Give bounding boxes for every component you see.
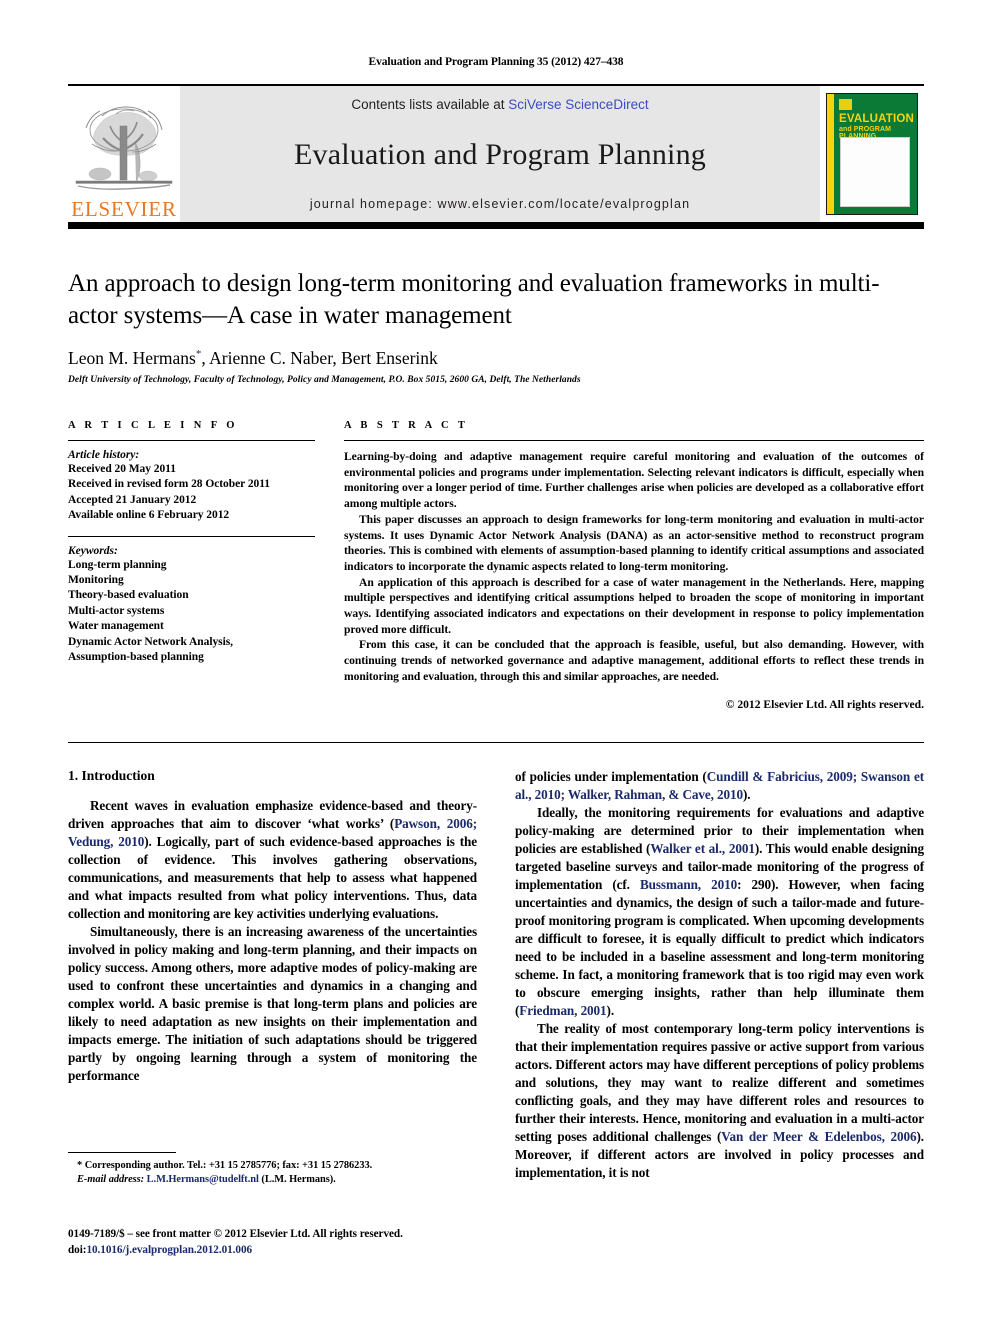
body-text: ). <box>606 1003 615 1019</box>
article-history-label: Article history: <box>68 449 140 461</box>
abstract-heading: A B S T R A C T <box>344 420 469 431</box>
front-matter-line: 0149-7189/$ – see front matter © 2012 El… <box>68 1228 403 1240</box>
cover-title-line1: EVALUATION <box>839 113 915 125</box>
elsevier-wordmark: ELSEVIER <box>71 197 177 221</box>
email-link[interactable]: L.M.Hermans@tudelft.nl <box>147 1174 259 1185</box>
body-paragraph: Recent waves in evaluation emphasize evi… <box>68 797 477 923</box>
doi-link[interactable]: 10.1016/j.evalprogplan.2012.01.006 <box>86 1244 252 1256</box>
copyright-line: © 2012 Elsevier Ltd. All rights reserved… <box>725 697 924 711</box>
running-head: Evaluation and Program Planning 35 (2012… <box>368 56 624 68</box>
title-block: An approach to design long-term monitori… <box>68 268 924 385</box>
right-body-text: of policies under implementation (Cundil… <box>515 768 924 1182</box>
cover-emblem-icon <box>839 99 852 110</box>
elsevier-logo: ELSEVIER <box>68 86 180 222</box>
corresponding-author-marker: * <box>195 347 202 360</box>
keywords-label: Keywords: <box>68 544 118 557</box>
keywords-rule <box>68 535 315 537</box>
body-text: The reality of most contemporary long-te… <box>515 1021 924 1145</box>
contents-prefix: Contents lists available at <box>351 97 509 112</box>
body-paragraph: Ideally, the monitoring requirements for… <box>515 804 924 1020</box>
cover-spine <box>827 94 834 214</box>
left-body-text: Recent waves in evaluation emphasize evi… <box>68 797 477 1085</box>
body-text: ). <box>743 787 751 803</box>
keyword-item: Long-term planning <box>68 558 167 571</box>
abstract-body: Learning-by-doing and adaptive managemen… <box>344 449 924 685</box>
elsevier-tree-icon <box>72 100 176 198</box>
body-columns: 1. Introduction Recent waves in evaluati… <box>68 768 924 1182</box>
keyword-item: Water management <box>68 620 164 633</box>
body-text: Simultaneously, there is an increasing a… <box>68 924 477 1084</box>
journal-cover-image: EVALUATION and PROGRAM PLANNING <box>826 93 918 215</box>
citation-link[interactable]: Walker et al., 2001 <box>650 841 755 856</box>
email-note: E-mail address: L.M.Hermans@tudelft.nl (… <box>68 1173 477 1187</box>
paper-page: Evaluation and Program Planning 35 (2012… <box>0 0 992 1323</box>
page-title: An approach to design long-term monitori… <box>68 270 880 329</box>
body-paragraph: The reality of most contemporary long-te… <box>515 1020 924 1182</box>
sciencedirect-link[interactable]: SciVerse ScienceDirect <box>508 97 648 112</box>
article-history-item: Accepted 21 January 2012 <box>68 493 197 506</box>
citation-link[interactable]: Van der Meer & Edelenbos, 2006 <box>721 1129 916 1144</box>
contents-available-line: Contents lists available at SciVerse Sci… <box>351 97 648 112</box>
journal-masthead: ELSEVIER Contents lists available at Sci… <box>68 84 924 229</box>
doi-line: doi:10.1016/j.evalprogplan.2012.01.006 <box>68 1243 498 1259</box>
keywords-list: Long-term planning Monitoring Theory-based… <box>68 558 315 666</box>
corresponding-author-note: * Corresponding author. Tel.: +31 15 278… <box>77 1160 373 1171</box>
masthead-bottom-rule <box>68 222 924 229</box>
body-column-left: 1. Introduction Recent waves in evaluati… <box>68 768 477 1182</box>
doi-label: doi: <box>68 1243 87 1256</box>
keyword-item: Theory-based evaluation <box>68 589 189 602</box>
body-text: : 290). However, when facing uncertainti… <box>515 877 924 1019</box>
footnote-rule <box>68 1152 176 1153</box>
section-heading-introduction: 1. Introduction <box>68 768 155 783</box>
body-column-right: of policies under implementation (Cundil… <box>515 768 924 1182</box>
article-history-item: Received 20 May 2011 <box>68 463 176 475</box>
info-abstract-row: A R T I C L E I N F O Article history: R… <box>68 420 924 711</box>
citation-link[interactable]: Bussmann, 2010 <box>640 877 737 892</box>
keyword-item: Dynamic Actor Network Analysis, <box>68 635 233 648</box>
abstract-bottom-rule <box>68 742 924 743</box>
abstract-paragraph: From this case, it can be concluded that… <box>344 638 924 683</box>
author-names: Leon M. Hermans*, Arienne C. Naber, Bert… <box>68 347 438 368</box>
keyword-item: Multi-actor systems <box>68 604 165 617</box>
front-matter-block: 0149-7189/$ – see front matter © 2012 El… <box>68 1227 498 1259</box>
article-info-column: A R T I C L E I N F O Article history: R… <box>68 420 315 711</box>
journal-cover-thumbnail: EVALUATION and PROGRAM PLANNING <box>820 86 924 222</box>
body-text: of policies under implementation ( <box>515 769 707 784</box>
body-paragraph: of policies under implementation (Cundil… <box>515 768 924 804</box>
article-history-list: Received 20 May 2011 Received in revised … <box>68 462 315 524</box>
keyword-item: Assumption-based planning <box>68 651 204 664</box>
cover-white-panel <box>840 137 910 207</box>
abstract-paragraph: Learning-by-doing and adaptive managemen… <box>344 450 924 511</box>
article-info-rule <box>68 440 315 441</box>
email-suffix: (L.M. Hermans). <box>261 1174 336 1186</box>
journal-homepage-line[interactable]: journal homepage: www.elsevier.com/locat… <box>310 197 690 211</box>
email-label: E-mail address: <box>77 1174 145 1186</box>
author-list: Leon M. Hermans*, Arienne C. Naber, Bert… <box>68 348 924 369</box>
journal-title: Evaluation and Program Planning <box>294 137 706 171</box>
abstract-paragraph: An application of this approach is descr… <box>344 575 924 636</box>
keyword-item: Monitoring <box>68 574 124 587</box>
affiliation: Delft University of Technology, Faculty … <box>68 374 581 385</box>
masthead-center: Contents lists available at SciVerse Sci… <box>180 86 820 222</box>
body-paragraph: Simultaneously, there is an increasing a… <box>68 923 477 1085</box>
article-history-item: Available online 6 February 2012 <box>68 509 230 522</box>
footnote-block: * Corresponding author. Tel.: +31 15 278… <box>68 1152 477 1188</box>
abstract-paragraph: This paper discusses an approach to desi… <box>344 512 924 573</box>
abstract-column: A B S T R A C T Learning-by-doing and ad… <box>315 420 924 711</box>
article-info-heading: A R T I C L E I N F O <box>68 420 238 431</box>
abstract-rule <box>344 440 924 441</box>
article-history-item: Received in revised form 28 October 2011 <box>68 478 270 491</box>
citation-link[interactable]: Friedman, 2001 <box>519 1003 606 1018</box>
